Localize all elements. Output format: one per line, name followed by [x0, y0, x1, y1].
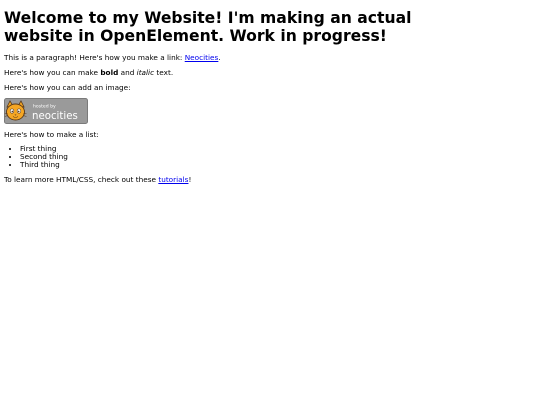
list-item: First thing [20, 145, 536, 153]
neocities-link[interactable]: Neocities [185, 53, 219, 62]
italic-example: italic [136, 68, 155, 77]
paragraph-link-text: This is a paragraph! Here's how you make… [4, 53, 536, 62]
bold-italic-prefix: Here's how you can make [4, 68, 101, 77]
paragraph-prefix: This is a paragraph! Here's how you make… [4, 53, 185, 62]
tutorials-text: To learn more HTML/CSS, check out these … [4, 175, 536, 184]
list-item: Third thing [20, 161, 536, 169]
image-intro: Here's how you can add an image: [4, 83, 131, 92]
example-list: First thing Second thing Third thing [4, 145, 536, 169]
bold-example: bold [100, 68, 119, 77]
page-title: Welcome to my Website! I'm making an act… [4, 9, 412, 45]
bold-italic-middle: and [118, 68, 137, 77]
bold-italic-suffix: text. [154, 68, 174, 77]
tutorials-link[interactable]: tutorials [158, 175, 188, 184]
paragraph-suffix: . [218, 53, 221, 62]
hosted-by-neocities-badge: hosted by neocities [4, 98, 88, 124]
tutorials-prefix: To learn more HTML/CSS, check out these [4, 175, 159, 184]
badge-small-text: hosted by [33, 104, 56, 110]
tutorials-suffix: ! [188, 175, 192, 184]
list-intro: Here's how to make a list: [4, 130, 99, 139]
badge-big-text: neocities [32, 111, 78, 122]
list-item: Second thing [20, 153, 536, 161]
bold-italic-text: Here's how you can make bold and italic … [4, 68, 536, 77]
